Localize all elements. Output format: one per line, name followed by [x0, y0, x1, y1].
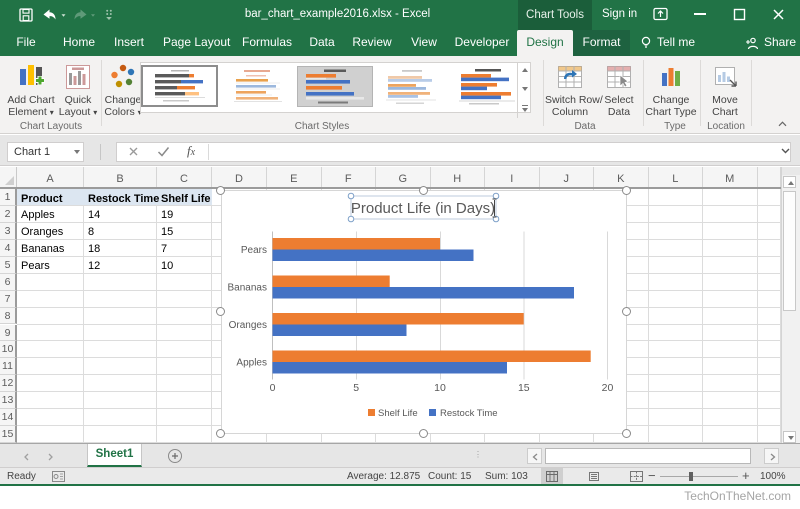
svg-text:5: 5: [353, 382, 359, 394]
svg-text:Oranges: Oranges: [228, 320, 266, 331]
svg-text:Pears: Pears: [240, 245, 266, 256]
svg-text:Product Life (in Days): Product Life (in Days): [350, 200, 494, 217]
svg-text:10: 10: [434, 382, 446, 394]
svg-text:Restock Time: Restock Time: [440, 408, 498, 419]
svg-text:15: 15: [517, 382, 529, 394]
svg-text:0: 0: [269, 382, 275, 394]
svg-text:Shelf Life: Shelf Life: [378, 408, 418, 419]
svg-text:Bananas: Bananas: [227, 282, 266, 293]
svg-text:Apples: Apples: [236, 357, 267, 368]
svg-text:20: 20: [601, 382, 613, 394]
